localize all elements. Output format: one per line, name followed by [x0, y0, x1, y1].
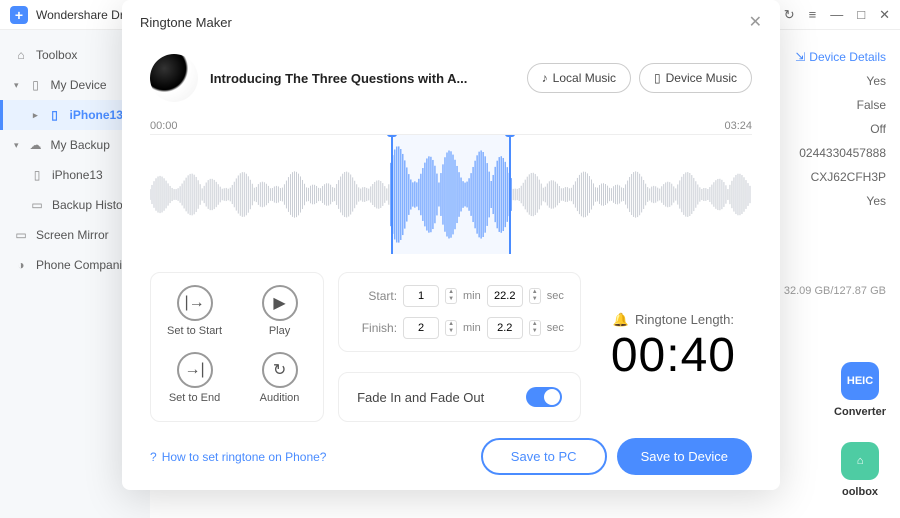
wave-start-time: 00:00 — [150, 120, 178, 132]
set-end-icon: →| — [177, 352, 213, 388]
set-to-end-button[interactable]: →|Set to End — [167, 352, 222, 409]
music-icon: ♪ — [542, 71, 548, 85]
finish-sec-spinner[interactable]: ▲▼ — [529, 320, 541, 336]
finish-sec-input[interactable] — [487, 317, 523, 339]
tool-converter[interactable]: HEIC Converter — [834, 362, 886, 418]
app-logo: + — [10, 6, 28, 24]
start-min-spinner[interactable]: ▲▼ — [445, 288, 457, 304]
ringtone-length-box: 🔔Ringtone Length: 00:40 — [595, 272, 752, 422]
cloud-icon: ☁ — [29, 138, 43, 152]
bell-icon: 🔔 — [613, 312, 629, 328]
close-button[interactable]: ✕ — [879, 7, 890, 23]
home-icon: ⌂ — [14, 48, 28, 62]
fade-label: Fade In and Fade Out — [357, 390, 484, 405]
device-music-button[interactable]: ▯Device Music — [639, 63, 752, 93]
modal-title: Ringtone Maker — [140, 15, 232, 30]
set-start-icon: |→ — [177, 285, 213, 321]
toolbox-icon: ⌂ — [841, 442, 879, 480]
selection-handle-left[interactable] — [387, 134, 397, 137]
storage-text: 32.09 GB/127.87 GB — [784, 285, 886, 297]
close-icon[interactable]: ✕ — [749, 12, 762, 32]
track-title: Introducing The Three Questions with A..… — [210, 71, 467, 86]
phone-icon: ▯ — [30, 168, 44, 182]
history-icon: ▭ — [30, 198, 44, 212]
link-icon: ⇲ — [795, 50, 805, 64]
tools-column: HEIC Converter ⌂ oolbox — [834, 362, 886, 498]
detail-value: Yes — [866, 194, 886, 208]
maximize-button[interactable]: □ — [857, 7, 865, 22]
heic-icon: HEIC — [841, 362, 879, 400]
finish-label: Finish: — [355, 321, 397, 335]
detail-value: False — [857, 98, 886, 112]
ringtone-length-value: 00:40 — [611, 328, 736, 383]
modal-footer: ?How to set ringtone on Phone? Save to P… — [122, 438, 780, 493]
detail-value: Off — [870, 122, 886, 136]
list-icon[interactable]: ≡ — [809, 7, 817, 22]
companion-icon: ◑ — [14, 258, 28, 272]
finish-min-spinner[interactable]: ▲▼ — [445, 320, 457, 336]
phone-icon: ▯ — [48, 108, 62, 122]
track-row: Introducing The Three Questions with A..… — [150, 54, 752, 102]
chevron-down-icon: ▾ — [14, 140, 19, 151]
chevron-down-icon: ▾ — [14, 80, 19, 91]
help-icon: ? — [150, 450, 157, 464]
fade-toggle[interactable] — [526, 387, 562, 407]
device-details-column: ⇲Device Details Yes False Off 0244330457… — [795, 50, 886, 208]
detail-value: CXJ62CFH3P — [811, 170, 886, 184]
time-inputs: Start: ▲▼ min ▲▼ sec Finish: ▲▼ min — [338, 272, 581, 352]
waveform-container: 00:00 03:24 — [150, 120, 752, 254]
device-icon: ▯ — [29, 78, 43, 92]
save-to-device-button[interactable]: Save to Device — [617, 438, 752, 475]
fade-box: Fade In and Fade Out — [338, 372, 581, 422]
audition-button[interactable]: ↻Audition — [252, 352, 307, 409]
tool-toolbox[interactable]: ⌂ oolbox — [834, 442, 886, 498]
waveform[interactable] — [150, 134, 752, 254]
album-art — [150, 54, 198, 102]
play-button[interactable]: ▶Play — [252, 285, 307, 342]
waveform-selection[interactable] — [391, 135, 511, 254]
help-link[interactable]: ?How to set ringtone on Phone? — [150, 450, 326, 464]
audition-icon: ↻ — [262, 352, 298, 388]
detail-value: 0244330457888 — [799, 146, 886, 160]
wave-end-time: 03:24 — [724, 120, 752, 132]
save-to-pc-button[interactable]: Save to PC — [481, 438, 607, 475]
modal-header: Ringtone Maker ✕ — [122, 0, 780, 44]
ringtone-maker-modal: Ringtone Maker ✕ Introducing The Three Q… — [122, 0, 780, 490]
phone-icon: ▯ — [654, 71, 661, 85]
set-to-start-button[interactable]: |→Set to Start — [167, 285, 222, 342]
chevron-right-icon: ▸ — [33, 110, 38, 121]
start-min-input[interactable] — [403, 285, 439, 307]
device-details-link[interactable]: ⇲Device Details — [795, 50, 886, 64]
finish-min-input[interactable] — [403, 317, 439, 339]
screen-icon: ▭ — [14, 228, 28, 242]
detail-value: Yes — [866, 74, 886, 88]
minimize-button[interactable]: — — [830, 7, 843, 22]
start-sec-input[interactable] — [487, 285, 523, 307]
start-label: Start: — [355, 289, 397, 303]
local-music-button[interactable]: ♪Local Music — [527, 63, 631, 93]
playback-controls: |→Set to Start ▶Play →|Set to End ↻Audit… — [150, 272, 324, 422]
history-icon[interactable]: ↻ — [784, 7, 795, 23]
play-icon: ▶ — [262, 285, 298, 321]
start-sec-spinner[interactable]: ▲▼ — [529, 288, 541, 304]
